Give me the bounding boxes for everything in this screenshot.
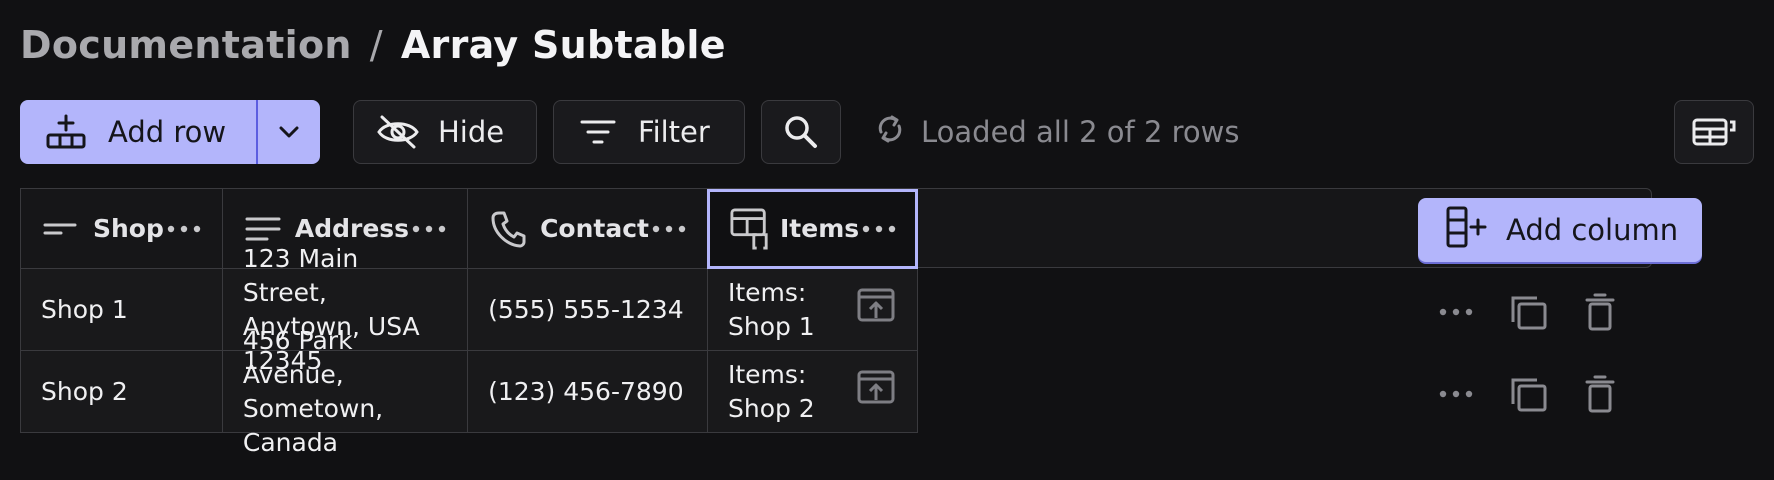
- more-icon[interactable]: [1420, 308, 1492, 316]
- duplicate-icon[interactable]: [1492, 294, 1564, 330]
- cell-text: Items: Shop 2: [727, 359, 815, 423]
- trash-icon[interactable]: [1564, 375, 1636, 413]
- row-actions: [1420, 271, 1636, 353]
- cell-items[interactable]: Items: Shop 2: [706, 350, 919, 433]
- search-icon: [783, 114, 819, 150]
- cell-contact[interactable]: (123) 456-7890: [467, 350, 708, 433]
- row-actions: [1420, 353, 1636, 435]
- table-layout-icon: [1692, 116, 1736, 148]
- cell-address[interactable]: 456 Park Avenue, Sometown, Canada: [221, 326, 469, 457]
- breadcrumb-root[interactable]: Documentation: [20, 23, 352, 67]
- column-header-items[interactable]: Items: [706, 188, 919, 269]
- header-row: Shop Address Contact Items: [20, 188, 919, 269]
- add-column-label: Add column: [1506, 213, 1679, 247]
- phone-icon: [490, 210, 530, 248]
- add-row-dropdown-button[interactable]: [256, 100, 320, 164]
- cell-shop[interactable]: Shop 1: [20, 268, 223, 351]
- search-button[interactable]: [761, 100, 841, 164]
- hide-label: Hide: [438, 115, 505, 149]
- add-row-split-button: Add row: [20, 100, 320, 164]
- more-icon[interactable]: [409, 225, 449, 233]
- column-header-shop[interactable]: Shop: [20, 188, 223, 269]
- column-header-contact[interactable]: Contact: [467, 188, 708, 269]
- column-label: Items: [779, 214, 860, 243]
- duplicate-icon[interactable]: [1492, 376, 1564, 412]
- subtable-icon: [730, 207, 770, 251]
- add-row-icon: [46, 114, 86, 150]
- address-line-2: Sometown, Canada: [242, 393, 384, 457]
- eye-off-icon: [376, 114, 420, 150]
- toolbar: Add row Hide Filter Loaded all 2 of 2 ro…: [20, 100, 1754, 164]
- cell-text: (555) 555-1234: [488, 294, 684, 324]
- short-text-icon: [43, 219, 83, 239]
- more-icon[interactable]: [649, 225, 689, 233]
- filter-label: Filter: [638, 115, 710, 149]
- cell-text: Shop 1: [41, 294, 128, 324]
- page-title: Array Subtable: [400, 23, 726, 67]
- refresh-icon[interactable]: [875, 114, 905, 151]
- open-subtable-icon[interactable]: [857, 370, 895, 413]
- table-row: Shop 2 456 Park Avenue, Sometown, Canada…: [20, 326, 919, 457]
- filter-icon: [580, 118, 616, 146]
- cell-items[interactable]: Items: Shop 1: [706, 268, 919, 351]
- column-label: Shop: [93, 214, 164, 243]
- filter-button[interactable]: Filter: [553, 100, 745, 164]
- address-line-1: 456 Park Avenue,: [242, 325, 353, 389]
- cell-shop[interactable]: Shop 2: [20, 350, 223, 433]
- more-icon[interactable]: [859, 225, 899, 233]
- breadcrumb: Documentation / Array Subtable: [20, 20, 726, 70]
- add-column-button[interactable]: Add column: [1418, 198, 1702, 262]
- more-icon[interactable]: [164, 225, 204, 233]
- column-label: Contact: [540, 214, 649, 243]
- table-layout-button[interactable]: [1674, 100, 1754, 164]
- column-header-address[interactable]: Address: [221, 188, 469, 269]
- cell-text: (123) 456-7890: [488, 376, 684, 406]
- more-icon[interactable]: [1420, 390, 1492, 398]
- hide-button[interactable]: Hide: [353, 100, 537, 164]
- cell-text: Shop 2: [41, 376, 128, 406]
- add-column-icon: [1444, 205, 1490, 256]
- column-label: Address: [294, 214, 410, 243]
- open-subtable-icon[interactable]: [857, 288, 895, 331]
- cell-text: Items: Shop 1: [727, 277, 815, 341]
- add-row-label: Add row: [108, 115, 227, 149]
- chevron-down-icon: [278, 125, 300, 139]
- add-row-button[interactable]: Add row: [20, 100, 256, 164]
- cell-contact[interactable]: (555) 555-1234: [467, 268, 708, 351]
- table-row: Shop 1 123 Main Street, Anytown, USA 123…: [20, 244, 919, 375]
- data-table: Shop Address Contact Items Shop 1 123 Ma…: [20, 188, 919, 457]
- long-text-icon: [245, 215, 285, 243]
- trash-icon[interactable]: [1564, 293, 1636, 331]
- load-status-text: Loaded all 2 of 2 rows: [921, 115, 1240, 149]
- load-status: Loaded all 2 of 2 rows: [875, 100, 1240, 164]
- breadcrumb-separator: /: [369, 23, 383, 67]
